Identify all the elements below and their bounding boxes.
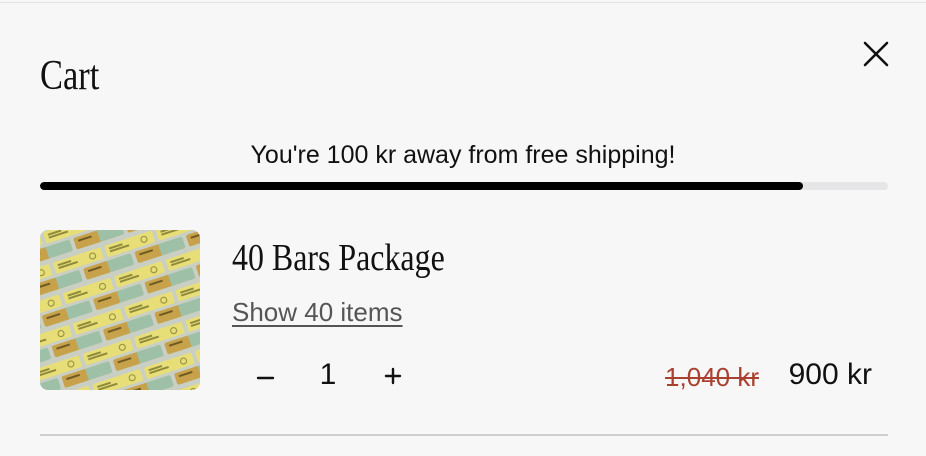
- original-price: 1,040 kr: [665, 362, 759, 392]
- product-image: [40, 230, 200, 390]
- plus-icon: [384, 367, 402, 385]
- free-shipping-message: You're 100 kr away from free shipping!: [250, 141, 676, 169]
- decrease-quantity-button[interactable]: [245, 356, 285, 396]
- product-title: 40 Bars Package: [232, 237, 445, 279]
- top-divider: [0, 2, 926, 3]
- increase-quantity-button[interactable]: [373, 356, 413, 396]
- free-shipping-progress-bar: [40, 182, 888, 190]
- close-button[interactable]: [858, 36, 894, 72]
- current-price: 900 kr: [788, 358, 872, 391]
- show-items-link[interactable]: Show 40 items: [232, 296, 403, 328]
- item-divider: [40, 434, 888, 436]
- minus-icon: [256, 376, 275, 380]
- quantity-value[interactable]: 1: [308, 358, 348, 392]
- close-icon: [863, 41, 889, 67]
- product-thumbnail[interactable]: [40, 230, 200, 390]
- free-shipping-progress-fill: [40, 182, 804, 190]
- cart-title: Cart: [40, 53, 100, 99]
